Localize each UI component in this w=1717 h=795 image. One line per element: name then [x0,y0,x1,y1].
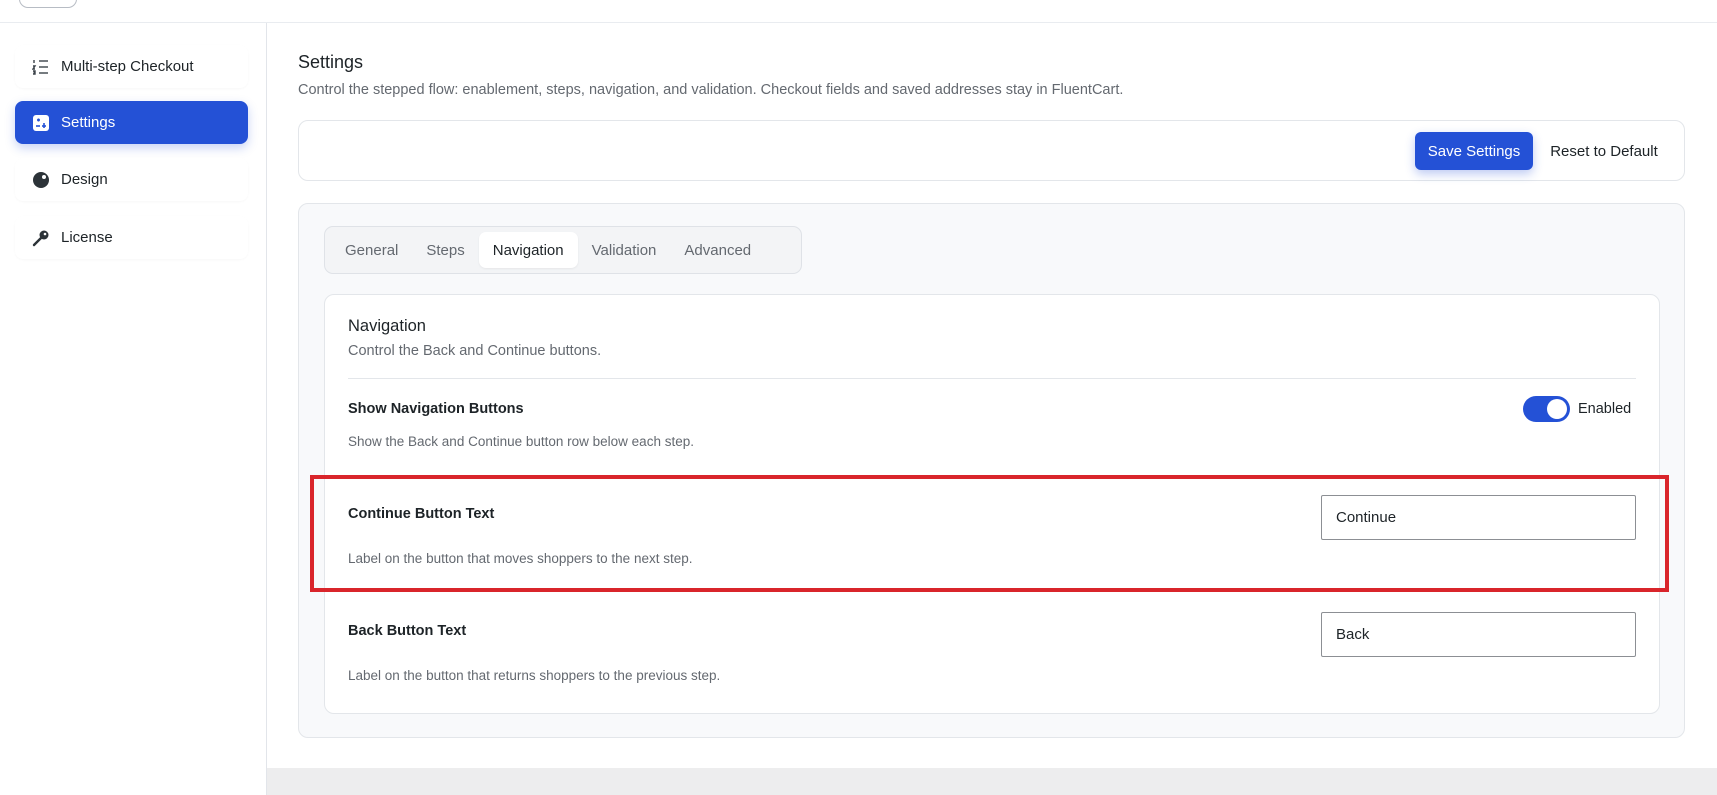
settings-panel-icon [31,113,51,133]
section-title: Navigation [348,317,426,335]
page-title: Settings [298,52,364,72]
sidebar-item-license[interactable]: License [15,216,248,259]
sidebar-item-label: License [61,229,113,246]
back-button-text-input[interactable] [1321,612,1636,657]
back-button-text-help: Label on the button that returns shopper… [348,668,721,683]
tab-validation[interactable]: Validation [578,232,671,268]
bottom-strip [267,768,1717,795]
continue-button-text-input[interactable] [1321,495,1636,540]
reset-to-default-button[interactable]: Reset to Default [1539,132,1669,170]
main-content: Settings Control the stepped flow: enabl… [267,23,1717,768]
tab-steps[interactable]: Steps [412,232,478,268]
toolbar-card: Save Settings Reset to Default [298,120,1685,181]
tab-bar: General Steps Navigation Validation Adva… [324,226,802,274]
sidebar: Multi-step Checkout Settings Design Lice… [0,23,267,795]
top-bar [0,0,1717,23]
tab-advanced[interactable]: Advanced [670,232,765,268]
toggle-knob [1547,399,1567,419]
show-navigation-label: Show Navigation Buttons [348,401,524,417]
continue-button-text-label: Continue Button Text [348,506,495,522]
list-numbered-icon [31,57,51,77]
page-description: Control the stepped flow: enablement, st… [298,82,1124,98]
navigation-section: Navigation Control the Back and Continue… [324,294,1660,714]
settings-panel: General Steps Navigation Validation Adva… [298,203,1685,738]
sidebar-item-multi-step-checkout[interactable]: Multi-step Checkout [15,45,248,88]
back-button-text-label: Back Button Text [348,623,467,639]
sidebar-item-label: Multi-step Checkout [61,58,194,75]
sidebar-item-label: Design [61,171,108,188]
palette-icon [31,170,51,190]
save-settings-button[interactable]: Save Settings [1415,132,1533,170]
sidebar-item-settings[interactable]: Settings [15,101,248,144]
continue-button-text-help: Label on the button that moves shoppers … [348,551,693,566]
section-description: Control the Back and Continue buttons. [348,343,602,359]
show-navigation-help: Show the Back and Continue button row be… [348,434,694,449]
sidebar-item-label: Settings [61,114,116,131]
tab-general[interactable]: General [331,232,412,268]
top-bar-button[interactable] [19,0,77,8]
key-icon [31,228,51,248]
tab-navigation[interactable]: Navigation [478,232,578,268]
section-divider [348,378,1636,379]
sidebar-item-design[interactable]: Design [15,158,248,201]
toggle-status-text: Enabled [1578,401,1632,417]
show-navigation-toggle[interactable] [1523,396,1570,422]
